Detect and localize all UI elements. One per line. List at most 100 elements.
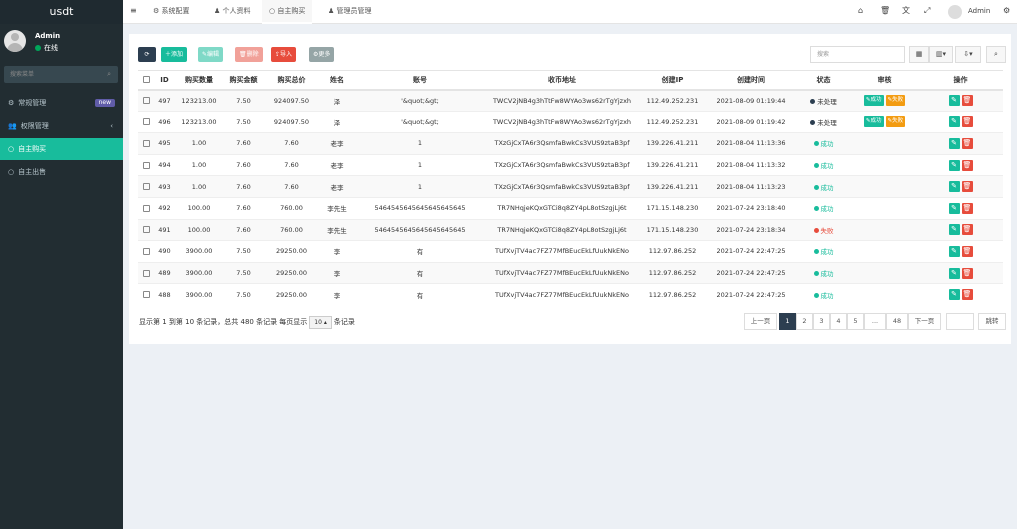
search-icon[interactable]: ⌕ bbox=[107, 66, 111, 83]
table-view-icon[interactable]: ▦ bbox=[909, 46, 929, 63]
table-row[interactable]: 489 3900.00 7.50 29250.00 李有 TUfXvjTV4ac7FZ77… bbox=[138, 261, 1003, 284]
sidebar-item-sell[interactable]: ○ 自主出售 bbox=[0, 161, 123, 183]
edit-row-icon[interactable]: ✎ bbox=[948, 116, 960, 128]
col-header[interactable]: 账号 bbox=[355, 70, 485, 91]
edit-button[interactable]: ✎编辑 bbox=[198, 47, 224, 62]
page-button[interactable]: 48 bbox=[886, 313, 908, 330]
page-size-select[interactable]: 10 ▴ bbox=[309, 316, 332, 329]
table-row[interactable]: 492 100.00 7.60 760.00 李先生 546454564564564564… bbox=[138, 196, 1003, 220]
delete-row-icon[interactable]: 🗑 bbox=[961, 137, 973, 149]
page-button[interactable]: 2 bbox=[796, 313, 813, 330]
table-row[interactable]: 488 3900.00 7.50 29250.00 李有 TUfXvjTV4ac7FZ77… bbox=[138, 283, 1003, 306]
select-all-checkbox[interactable] bbox=[138, 70, 154, 91]
add-button[interactable]: ＋添加 bbox=[161, 47, 188, 62]
reject-button[interactable]: ✎失败 bbox=[885, 95, 906, 107]
delete-row-icon[interactable]: 🗑 bbox=[961, 181, 973, 193]
page-button[interactable]: 1 bbox=[779, 313, 796, 330]
edit-row-icon[interactable]: ✎ bbox=[948, 202, 960, 214]
language-icon[interactable]: 文 bbox=[902, 0, 910, 22]
checkbox[interactable] bbox=[142, 204, 150, 212]
export-icon[interactable]: ⇩▾ bbox=[955, 46, 981, 63]
col-header[interactable]: 操作 bbox=[918, 70, 1003, 91]
admin-name[interactable]: Admin bbox=[968, 0, 990, 22]
approve-button[interactable]: ✎成功 bbox=[863, 95, 884, 107]
col-header[interactable]: 创建IP bbox=[639, 70, 706, 91]
table-row[interactable]: 497 123213.00 7.50 924097.50 泽 '&quot;&gt; TWC… bbox=[138, 89, 1003, 112]
row-checkbox-cell[interactable] bbox=[138, 89, 154, 112]
table-row[interactable]: 490 3900.00 7.50 29250.00 李有 TUfXvjTV4ac7FZ77… bbox=[138, 240, 1003, 263]
checkbox[interactable] bbox=[142, 76, 150, 84]
row-checkbox-cell[interactable] bbox=[138, 261, 154, 284]
row-checkbox-cell[interactable] bbox=[138, 110, 154, 133]
delete-row-icon[interactable]: 🗑 bbox=[961, 245, 973, 257]
import-button[interactable]: ⇪导入 bbox=[271, 47, 297, 62]
home-icon[interactable]: ⌂ bbox=[858, 0, 863, 22]
edit-row-icon[interactable]: ✎ bbox=[948, 137, 960, 149]
delete-row-icon[interactable]: 🗑 bbox=[961, 289, 973, 301]
row-checkbox-cell[interactable] bbox=[138, 175, 154, 198]
delete-row-icon[interactable]: 🗑 bbox=[961, 159, 973, 171]
edit-row-icon[interactable]: ✎ bbox=[948, 181, 960, 193]
sidebar-item-permissions[interactable]: 👥 权限管理 ‹ bbox=[0, 115, 123, 137]
edit-row-icon[interactable]: ✎ bbox=[948, 267, 960, 279]
reject-button[interactable]: ✎失败 bbox=[885, 116, 906, 128]
row-checkbox-cell[interactable] bbox=[138, 196, 154, 220]
col-header[interactable]: 创建时间 bbox=[706, 70, 796, 91]
col-header[interactable]: 审核 bbox=[851, 70, 918, 91]
page-button[interactable]: 5 bbox=[847, 313, 864, 330]
edit-row-icon[interactable]: ✎ bbox=[948, 245, 960, 257]
delete-row-icon[interactable]: 🗑 bbox=[961, 95, 973, 107]
checkbox[interactable] bbox=[142, 291, 150, 299]
table-row[interactable]: 496 123213.00 7.50 924097.50 泽 '&quot;&gt; TWC… bbox=[138, 110, 1003, 133]
checkbox[interactable] bbox=[142, 226, 150, 234]
delete-row-icon[interactable]: 🗑 bbox=[961, 116, 973, 128]
checkbox[interactable] bbox=[142, 97, 150, 105]
checkbox[interactable] bbox=[142, 161, 150, 169]
settings-gear-icon[interactable]: ⚙ bbox=[1003, 0, 1010, 22]
col-header[interactable]: 购买数量 bbox=[175, 70, 223, 91]
col-header[interactable]: 购买金额 bbox=[223, 70, 264, 91]
col-header[interactable]: 购买总价 bbox=[264, 70, 319, 91]
more-button[interactable]: ⚙更多 bbox=[309, 47, 335, 62]
row-checkbox-cell[interactable] bbox=[138, 283, 154, 306]
sidebar-item-buy[interactable]: ○ 自主购买 bbox=[0, 138, 123, 160]
row-checkbox-cell[interactable] bbox=[138, 240, 154, 263]
tab-profile[interactable]: ♟ 个人资料 bbox=[207, 0, 258, 24]
table-row[interactable]: 495 1.00 7.60 7.60 老李 1 TXzGjCxTA6r3QsmfaBwkCs… bbox=[138, 132, 1003, 155]
delete-button[interactable]: 🗑删除 bbox=[235, 47, 263, 62]
prev-page-button[interactable]: 上一页 bbox=[744, 313, 777, 330]
columns-icon[interactable]: ▥▾ bbox=[929, 46, 953, 63]
trash-icon[interactable]: 🗑 bbox=[880, 0, 890, 22]
page-button[interactable]: 4 bbox=[830, 313, 847, 330]
table-row[interactable]: 491 100.00 7.60 760.00 李先生 546454564564564564… bbox=[138, 218, 1003, 241]
col-header[interactable]: 收币地址 bbox=[485, 70, 639, 91]
delete-row-icon[interactable]: 🗑 bbox=[961, 267, 973, 279]
sidebar-item-general[interactable]: ⚙ 常规管理 new bbox=[0, 92, 123, 114]
checkbox[interactable] bbox=[142, 247, 150, 255]
col-header[interactable]: 状态 bbox=[796, 70, 851, 91]
menu-toggle-icon[interactable]: ≡ bbox=[130, 0, 137, 22]
edit-row-icon[interactable]: ✎ bbox=[948, 224, 960, 236]
edit-row-icon[interactable]: ✎ bbox=[948, 159, 960, 171]
search-toggle-icon[interactable]: ⌕ bbox=[986, 46, 1006, 63]
fullscreen-icon[interactable]: ⤢ bbox=[924, 0, 930, 22]
row-checkbox-cell[interactable] bbox=[138, 153, 154, 176]
table-row[interactable]: 493 1.00 7.60 7.60 老李 1 TXzGjCxTA6r3QsmfaBwkCs… bbox=[138, 175, 1003, 198]
page-button[interactable]: 3 bbox=[813, 313, 830, 330]
tab-system-config[interactable]: ⚙ 系统配置 bbox=[146, 0, 197, 24]
table-row[interactable]: 494 1.00 7.60 7.60 老李 1 TXzGjCxTA6r3QsmfaBwkCs… bbox=[138, 153, 1003, 176]
row-checkbox-cell[interactable] bbox=[138, 132, 154, 155]
tab-admin-manage[interactable]: ♟ 管理员管理 bbox=[321, 0, 379, 24]
delete-row-icon[interactable]: 🗑 bbox=[961, 224, 973, 236]
col-header[interactable]: 姓名 bbox=[319, 70, 355, 91]
app-logo[interactable]: usdt bbox=[0, 0, 123, 24]
checkbox[interactable] bbox=[142, 183, 150, 191]
col-header[interactable]: ID bbox=[154, 70, 175, 91]
edit-row-icon[interactable]: ✎ bbox=[948, 95, 960, 107]
sidebar-search-input[interactable]: 搜索菜单 ⌕ bbox=[4, 66, 118, 83]
top-avatar[interactable] bbox=[948, 5, 962, 19]
row-checkbox-cell[interactable] bbox=[138, 218, 154, 241]
table-search-input[interactable]: 搜索 bbox=[810, 46, 905, 63]
approve-button[interactable]: ✎成功 bbox=[863, 116, 884, 128]
checkbox[interactable] bbox=[142, 139, 150, 147]
